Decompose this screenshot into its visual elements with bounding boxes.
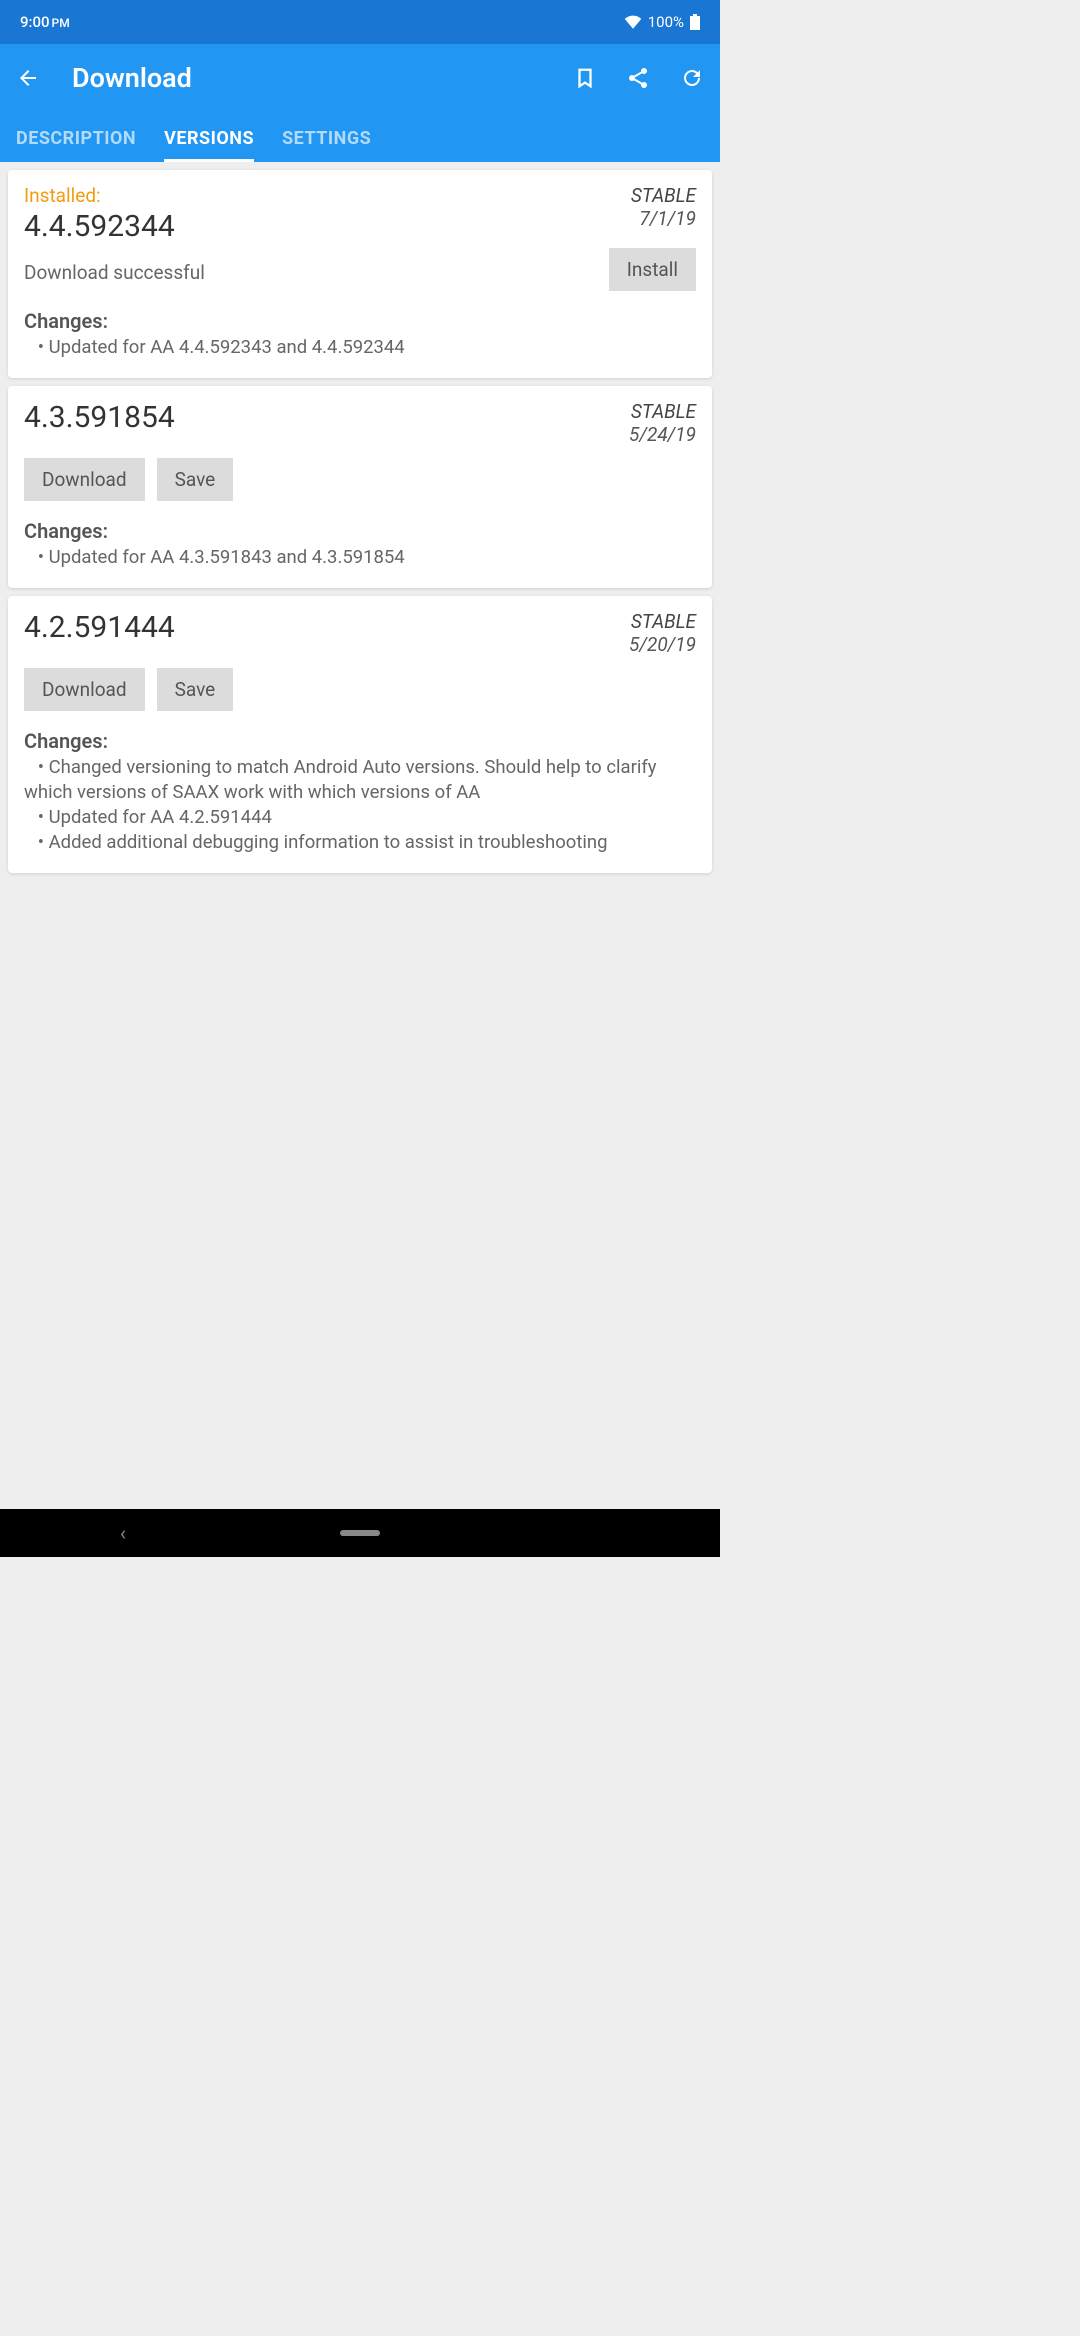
version-number: 4.3.591854 — [24, 400, 175, 435]
save-button[interactable]: Save — [157, 458, 234, 501]
system-nav-bar: ‹ — [0, 1509, 720, 1557]
version-card: 4.2.591444 STABLE 5/20/19 Download Save … — [8, 596, 712, 873]
app-bar: Download DESCRIPTION VERSIONS SETTINGS — [0, 44, 720, 162]
tab-versions[interactable]: VERSIONS — [164, 118, 254, 162]
stability-label: STABLE — [629, 610, 696, 633]
page-title: Download — [72, 62, 542, 94]
download-button[interactable]: Download — [24, 668, 145, 711]
version-card: 4.3.591854 STABLE 5/24/19 Download Save … — [8, 386, 712, 588]
stability-label: STABLE — [631, 184, 696, 207]
changes-text: • Updated for AA 4.4.592343 and 4.4.5923… — [24, 335, 696, 360]
save-button[interactable]: Save — [157, 668, 234, 711]
clock-hours: 9:00 — [20, 13, 50, 31]
version-list[interactable]: Installed: 4.4.592344 STABLE 7/1/19 Down… — [0, 162, 720, 1509]
tab-description[interactable]: DESCRIPTION — [16, 118, 136, 162]
version-date: 5/20/19 — [629, 633, 696, 656]
version-card: Installed: 4.4.592344 STABLE 7/1/19 Down… — [8, 170, 712, 378]
install-button[interactable]: Install — [609, 248, 696, 291]
back-arrow-icon[interactable] — [16, 66, 40, 90]
nav-home-pill[interactable] — [340, 1530, 380, 1536]
nav-back-icon[interactable]: ‹ — [120, 1521, 126, 1545]
download-button[interactable]: Download — [24, 458, 145, 501]
changes-heading: Changes: — [24, 519, 696, 543]
refresh-icon[interactable] — [680, 66, 704, 90]
battery-icon — [690, 14, 700, 30]
battery-percent: 100% — [648, 13, 684, 31]
version-number: 4.4.592344 — [24, 209, 175, 244]
changes-text: • Changed versioning to match Android Au… — [24, 755, 696, 855]
stability-label: STABLE — [629, 400, 696, 423]
changes-heading: Changes: — [24, 729, 696, 753]
version-date: 7/1/19 — [631, 207, 696, 230]
download-status: Download successful — [24, 261, 205, 284]
bookmark-icon[interactable] — [574, 65, 596, 91]
share-icon[interactable] — [626, 66, 650, 90]
tab-bar: DESCRIPTION VERSIONS SETTINGS — [16, 118, 704, 162]
version-number: 4.2.591444 — [24, 610, 175, 645]
tab-settings[interactable]: SETTINGS — [282, 118, 371, 162]
changes-heading: Changes: — [24, 309, 696, 333]
changes-text: • Updated for AA 4.3.591843 and 4.3.5918… — [24, 545, 696, 570]
installed-label: Installed: — [24, 184, 175, 207]
status-time: 9:00PM — [20, 13, 70, 31]
clock-ampm: PM — [52, 16, 70, 30]
status-bar: 9:00PM 100% — [0, 0, 720, 44]
status-indicators: 100% — [624, 13, 700, 31]
version-date: 5/24/19 — [629, 423, 696, 446]
wifi-icon — [624, 15, 642, 29]
